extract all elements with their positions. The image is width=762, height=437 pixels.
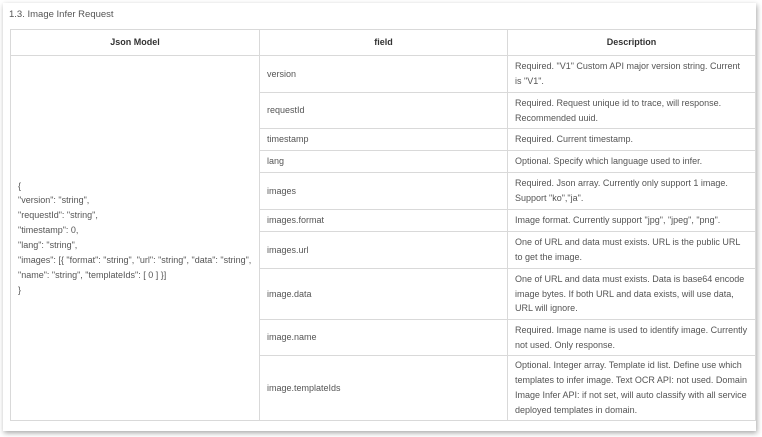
- field-cell: image.name: [259, 319, 508, 356]
- table-row: { "version": "string", "requestId": "str…: [10, 55, 756, 421]
- field-cell: images: [259, 172, 508, 210]
- description-cell: One of URL and data must exists. Data is…: [507, 268, 756, 320]
- table-header-row: Json Model field Description: [10, 29, 756, 56]
- description-cell: One of URL and data must exists. URL is …: [507, 231, 756, 269]
- field-cell: image.data: [259, 268, 508, 320]
- header-field: field: [259, 29, 508, 56]
- document-panel: 1.3. Image Infer Request Json Model fiel…: [3, 3, 756, 431]
- field-cell: timestamp: [259, 128, 508, 151]
- header-description: Description: [507, 29, 756, 56]
- description-cell: Required. Image name is used to identify…: [507, 319, 756, 356]
- section-title: 1.3. Image Infer Request: [9, 9, 114, 20]
- description-cell: Optional. Integer array. Template id lis…: [507, 355, 756, 421]
- description-cell: Required. "V1" Custom API major version …: [507, 55, 756, 93]
- field-cell: lang: [259, 150, 508, 173]
- field-cell: images.url: [259, 231, 508, 269]
- description-cell: Required. Request unique id to trace, wi…: [507, 92, 756, 129]
- header-json-model: Json Model: [10, 29, 260, 56]
- spec-table: Json Model field Description { "version"…: [10, 29, 756, 421]
- description-cell: Optional. Specify which language used to…: [507, 150, 756, 173]
- field-cell: images.format: [259, 209, 508, 232]
- description-cell: Required. Json array. Currently only sup…: [507, 172, 756, 210]
- description-cell: Required. Current timestamp.: [507, 128, 756, 151]
- field-cell: version: [259, 55, 508, 93]
- json-model-cell: { "version": "string", "requestId": "str…: [10, 55, 260, 421]
- description-cell: Image format. Currently support "jpg", "…: [507, 209, 756, 232]
- field-cell: image.templateIds: [259, 355, 508, 421]
- field-cell: requestId: [259, 92, 508, 129]
